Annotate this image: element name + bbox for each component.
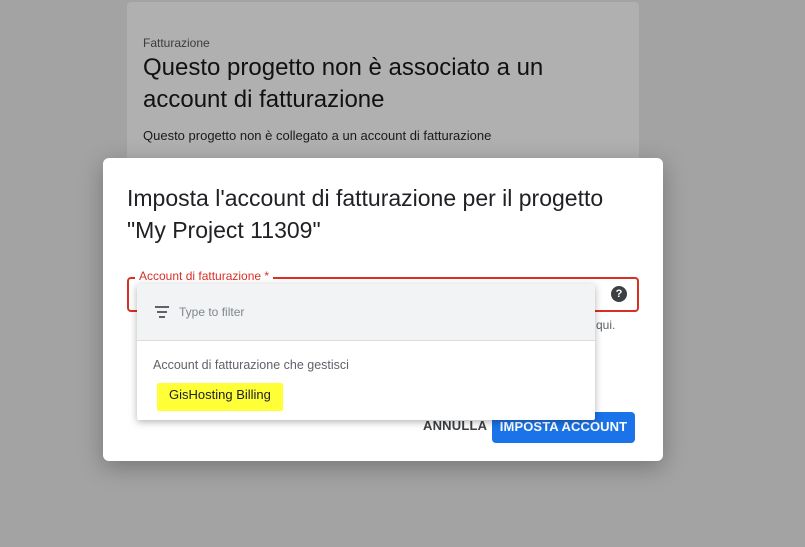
card-eyebrow: Fatturazione <box>143 36 210 50</box>
filter-row <box>137 284 595 341</box>
hint-text: qui. <box>596 318 616 332</box>
dropdown-section-header: Account di fatturazione che gestisci <box>153 358 349 372</box>
filter-input[interactable] <box>179 303 479 321</box>
billing-account-dropdown: Account di fatturazione che gestisci Gis… <box>137 284 595 420</box>
billing-card: Fatturazione Questo progetto non è assoc… <box>127 2 639 172</box>
billing-account-label: Account di fatturazione * <box>135 268 274 284</box>
card-title: Questo progetto non è associato a un acc… <box>143 54 544 113</box>
card-body-text: Questo progetto non è collegato a un acc… <box>143 128 492 143</box>
help-icon[interactable]: ? <box>611 286 627 302</box>
dialog-title: Imposta l'account di fatturazione per il… <box>127 185 604 243</box>
option-gishosting-billing[interactable]: GisHosting Billing <box>157 383 283 411</box>
filter-icon <box>155 306 169 318</box>
